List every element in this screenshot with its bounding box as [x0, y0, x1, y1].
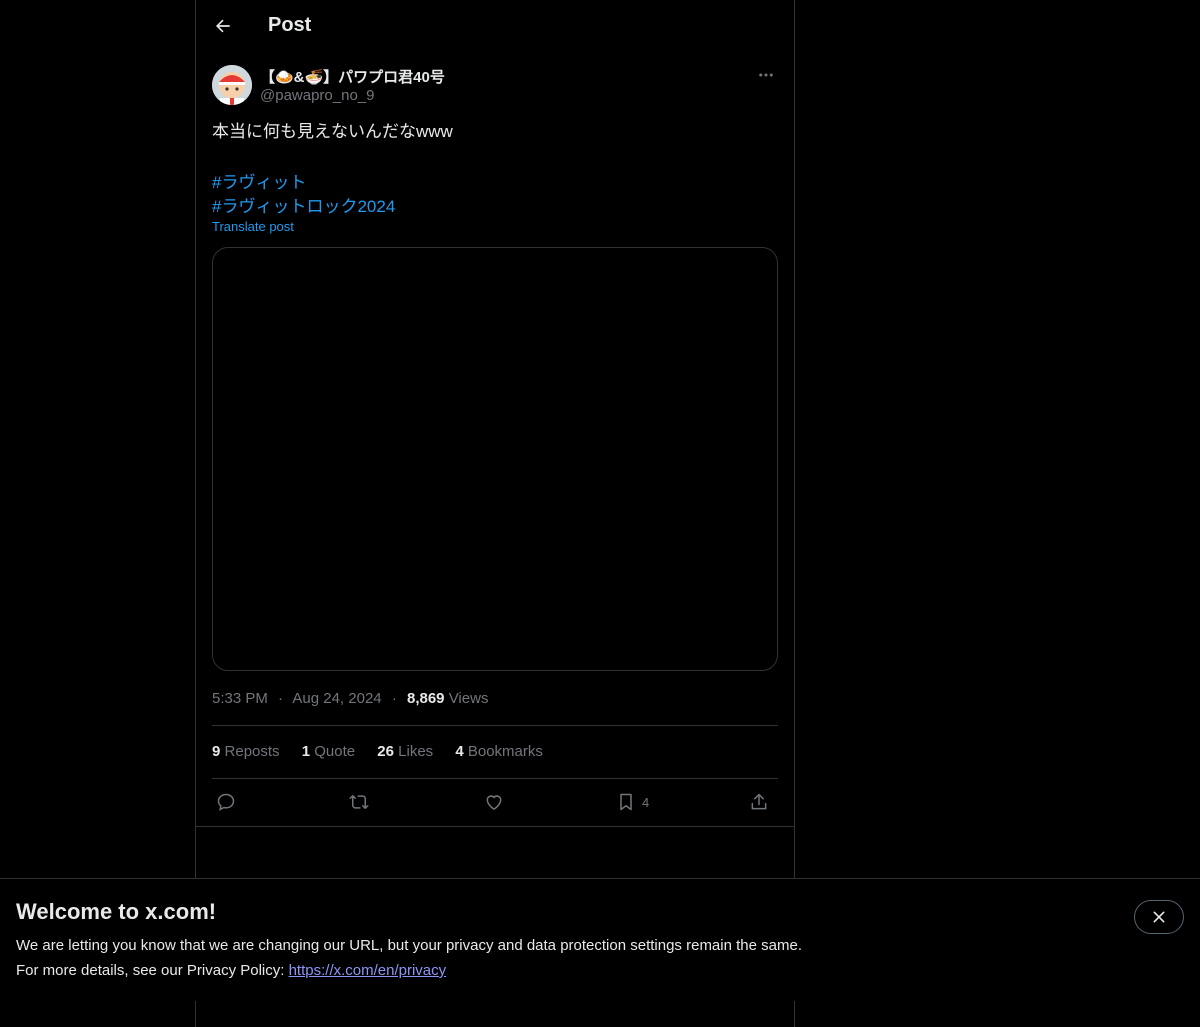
avatar[interactable]	[212, 65, 252, 105]
post-author: 【🍛&🍜】パワプロ君40号 @pawapro_no_9	[212, 65, 778, 109]
bookmarks-stat[interactable]: 4 Bookmarks	[455, 743, 543, 760]
bookmarks-count: 4	[455, 743, 464, 760]
close-icon	[1153, 911, 1165, 923]
privacy-policy-link[interactable]: https://x.com/en/privacy	[289, 962, 447, 979]
heart-icon	[486, 795, 502, 810]
welcome-banner: Welcome to x.com! We are letting you kno…	[0, 878, 1200, 1001]
quote-stat[interactable]: 1 Quote	[302, 743, 355, 760]
hashtag-link[interactable]: #ラヴィットロック2024	[212, 192, 395, 217]
divider	[212, 778, 778, 779]
close-banner-button[interactable]	[1134, 900, 1184, 934]
translate-post-link[interactable]: Translate post	[212, 219, 294, 234]
post-date[interactable]: Aug 24, 2024	[292, 690, 381, 707]
reposts-count: 9	[212, 743, 221, 760]
post-text: 本当に何も見えないんだなwww	[212, 122, 453, 141]
bookmarks-label: Bookmarks	[467, 743, 543, 760]
likes-stat[interactable]: 26 Likes	[377, 743, 433, 760]
banner-title: Welcome to x.com!	[16, 899, 217, 924]
author-handle[interactable]: @pawapro_no_9	[260, 87, 374, 104]
page-title: Post	[268, 14, 312, 36]
banner-message: We are letting you know that we are chan…	[16, 937, 802, 954]
meta-separator: ·	[278, 690, 284, 707]
reposts-label: Reposts	[224, 743, 280, 760]
repost-icon	[349, 795, 369, 809]
quote-count: 1	[301, 743, 311, 760]
divider	[212, 725, 778, 726]
bookmark-icon	[620, 793, 632, 811]
post-actions: 4	[212, 790, 778, 814]
reply-button[interactable]	[216, 790, 236, 814]
likes-label: Likes	[398, 743, 434, 760]
more-horizontal-icon	[759, 73, 773, 77]
reply-icon	[217, 793, 235, 811]
banner-privacy-prefix: For more details, see our Privacy Policy…	[16, 962, 289, 979]
views-count: 8,869	[406, 690, 445, 707]
divider	[196, 826, 794, 827]
banner-privacy-text: For more details, see our Privacy Policy…	[16, 962, 446, 979]
more-options-button[interactable]	[754, 65, 778, 85]
meta-separator: ·	[391, 690, 397, 707]
post-time[interactable]: 5:33 PM	[212, 690, 268, 707]
bookmark-count: 4	[642, 794, 650, 810]
like-button[interactable]	[484, 790, 504, 814]
likes-count: 26	[377, 743, 394, 760]
author-display-name[interactable]: 【🍛&🍜】パワプロ君40号	[260, 66, 445, 87]
share-button[interactable]	[749, 790, 769, 814]
post-media[interactable]	[212, 247, 778, 671]
back-button[interactable]	[206, 9, 240, 43]
main-column: Post 【🍛&🍜】パワプロ君40号 @pawapro_no_9 本当に何も見え…	[195, 0, 795, 1027]
repost-button[interactable]	[348, 790, 370, 814]
page-header: Post	[196, 0, 794, 54]
hashtag-link[interactable]: #ラヴィット	[212, 168, 306, 193]
reposts-stat[interactable]: 9 Reposts	[212, 743, 280, 760]
arrow-left-icon	[216, 19, 230, 33]
post-meta: 5:33 PM · Aug 24, 2024 · 8,869 Views	[212, 690, 488, 707]
views-label: Views	[448, 690, 489, 707]
share-icon	[751, 793, 767, 810]
post-stats: 9 Reposts 1 Quote 26 Likes 4 Bookmarks	[212, 743, 561, 760]
bookmark-button[interactable]: 4	[616, 790, 649, 814]
avatar-image	[212, 65, 252, 105]
quote-label: Quote	[314, 743, 356, 760]
